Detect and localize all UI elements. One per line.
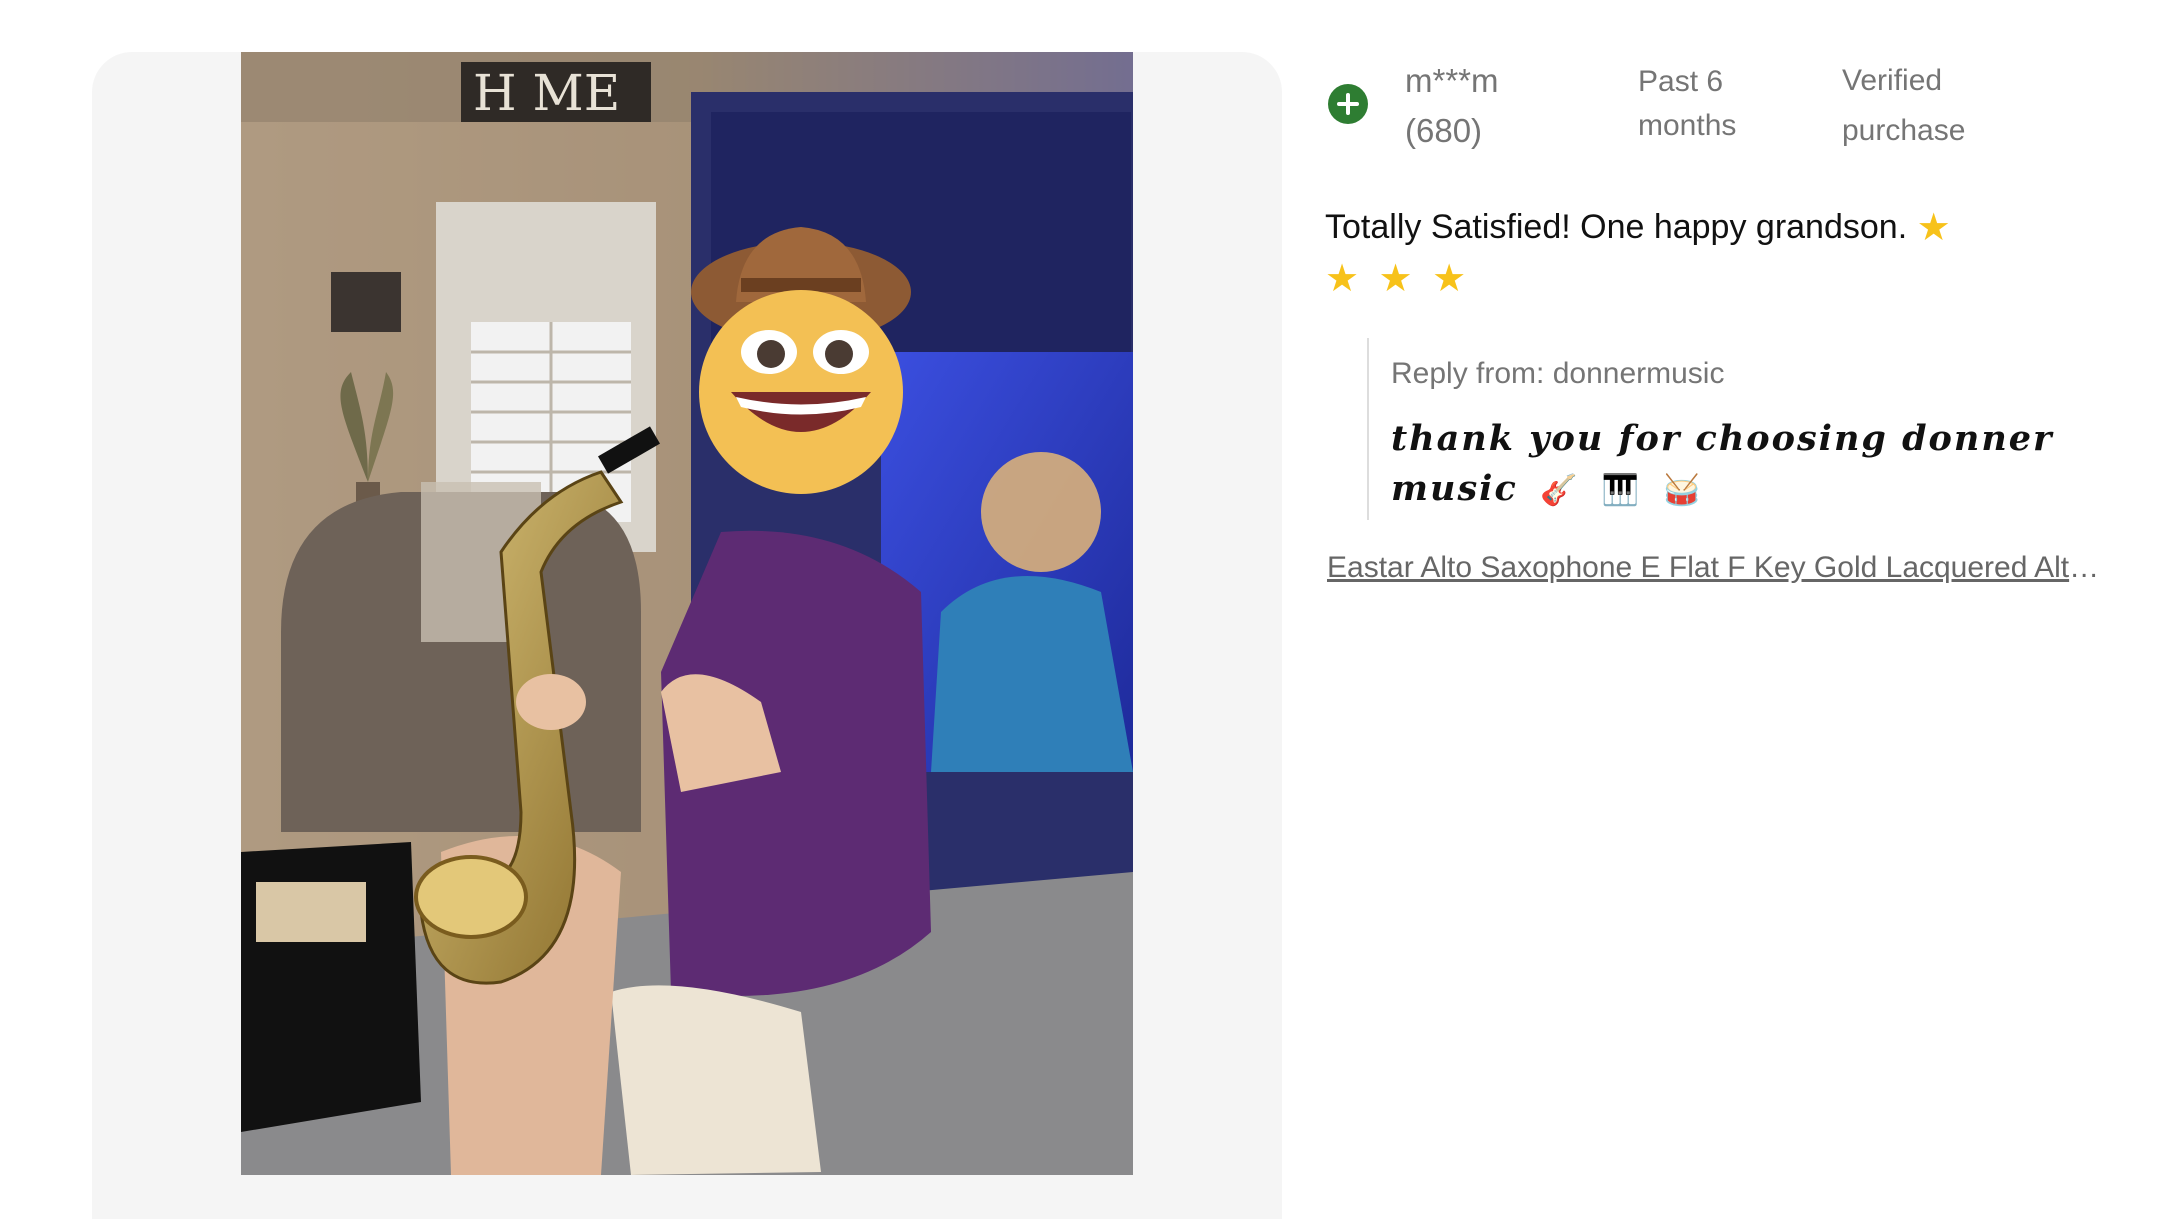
verified-purchase-badge: Verified purchase	[1842, 56, 1965, 156]
reviewer-review-count: (680)	[1405, 112, 1483, 149]
review-page: H ME m***m (680) Past 6 months Verified …	[0, 0, 2179, 1219]
reply-message: thank you for choosing donner music	[1391, 418, 2054, 509]
reply-message-block: thank you for choosing donner music 🎸 🎹 …	[1391, 414, 2091, 516]
reviewer-name: m***m	[1405, 62, 1499, 99]
reply-label: Reply from: donnermusic	[1391, 357, 1725, 390]
reviewer-info[interactable]: m***m (680)	[1405, 56, 1499, 156]
wall-sign-text: H ME	[473, 64, 620, 122]
seller-reply: Reply from: donnermusic thank you for ch…	[1367, 338, 2091, 520]
star-icon: ★	[1378, 258, 1413, 300]
verified-line2: purchase	[1842, 114, 1966, 147]
review-body: Totally Satisfied! One happy grandson. ★…	[1325, 202, 2045, 304]
review-header: m***m (680) Past 6 months Verified purch…	[1325, 52, 2125, 172]
review-date-line2: months	[1638, 109, 1737, 142]
star-icon: ★	[1432, 258, 1467, 300]
star-icon: ★	[1325, 258, 1360, 300]
drum-icon: 🥁	[1663, 473, 1703, 508]
piano-icon: 🎹	[1601, 473, 1641, 508]
verified-line1: Verified	[1842, 64, 1943, 97]
guitar-icon: 🎸	[1539, 473, 1580, 508]
product-link[interactable]: Eastar Alto Saxophone E Flat F Key Gold …	[1327, 548, 2107, 588]
photo-illustration: H ME	[241, 52, 1133, 1175]
review-media-panel: H ME	[92, 52, 1282, 1219]
review-date-line1: Past 6	[1638, 65, 1724, 98]
star-icon: ★	[1916, 207, 1951, 249]
plus-icon[interactable]	[1328, 84, 1368, 124]
review-content: m***m (680) Past 6 months Verified purch…	[1325, 52, 2125, 584]
review-photo[interactable]: H ME	[241, 52, 1133, 1175]
review-text: Totally Satisfied! One happy grandson.	[1325, 208, 1908, 246]
review-date: Past 6 months	[1638, 60, 1736, 148]
